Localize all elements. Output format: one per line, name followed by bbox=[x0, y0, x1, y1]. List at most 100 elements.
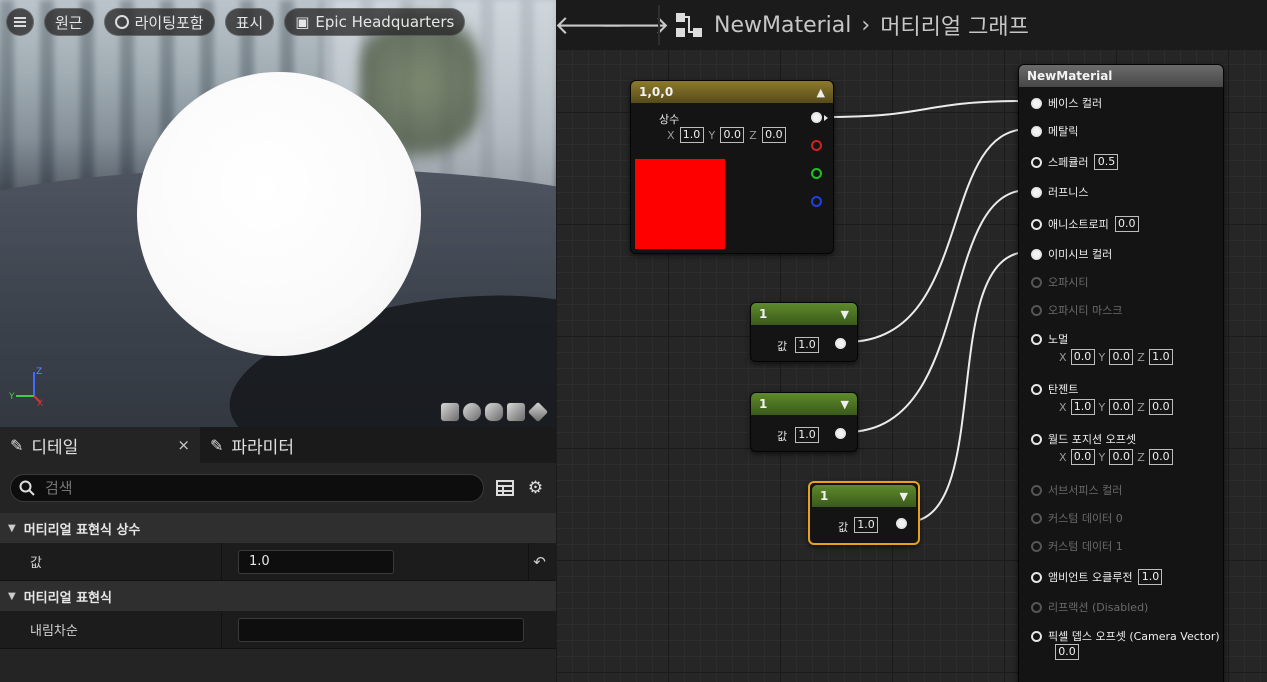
tab-details[interactable]: ✎ 디테일 × bbox=[0, 427, 200, 463]
chevron-up-icon[interactable]: ▲ bbox=[817, 86, 825, 99]
input-pin[interactable] bbox=[1031, 125, 1042, 137]
material-pin-row[interactable]: 앰비언트 오클루전 1.0 bbox=[1031, 569, 1163, 585]
close-tab-icon[interactable]: × bbox=[177, 436, 190, 454]
input-pin[interactable] bbox=[1031, 571, 1042, 583]
material-pin-row[interactable]: 메탈릭 bbox=[1031, 123, 1078, 139]
input-pin[interactable] bbox=[1031, 383, 1042, 395]
input-pin[interactable] bbox=[1031, 304, 1042, 316]
material-pin-row[interactable]: 스페큘러 0.5 bbox=[1031, 154, 1119, 170]
material-pin-x-field[interactable]: 1.0 bbox=[1070, 399, 1095, 415]
material-pin-row[interactable]: 애니소트로피 0.0 bbox=[1031, 216, 1139, 232]
input-pin[interactable] bbox=[1031, 601, 1042, 613]
material-pin-y-field[interactable]: 0.0 bbox=[1109, 349, 1134, 365]
preview-scene-button[interactable]: ▣ Epic Headquarters bbox=[284, 8, 466, 36]
material-pin-x-field[interactable]: 0.0 bbox=[1070, 349, 1095, 365]
output-pin-b[interactable] bbox=[811, 196, 822, 207]
output-pin-g[interactable] bbox=[811, 168, 822, 179]
scalar-node-2-header[interactable]: 1 ▼ bbox=[751, 393, 857, 415]
axis-y-label: Y bbox=[8, 392, 15, 402]
scalar-node-3-header[interactable]: 1 ▼ bbox=[812, 485, 916, 507]
material-pin-y-field[interactable]: 0.0 bbox=[1109, 449, 1134, 465]
material-pin-row[interactable]: 노멀 bbox=[1031, 331, 1068, 347]
tab-parameters[interactable]: ✎ 파라미터 bbox=[200, 427, 304, 463]
material-pin-row[interactable]: 오파시티 마스크 bbox=[1031, 302, 1122, 318]
input-pin[interactable] bbox=[1031, 512, 1042, 524]
value-field[interactable]: 1.0 bbox=[238, 549, 394, 574]
reset-to-default-icon[interactable]: ↶ bbox=[528, 543, 550, 580]
material-pin-row[interactable]: 탄젠트 bbox=[1031, 381, 1078, 397]
material-pin-row[interactable]: 오파시티 bbox=[1031, 274, 1088, 290]
material-result-node[interactable]: NewMaterial 베이스 컬러메탈릭스페큘러 0.5 러프니스애니소트로피 0.… bbox=[1018, 64, 1224, 682]
material-pin-row[interactable]: 픽셀 뎁스 오프셋 (Camera Vector) 0.0 bbox=[1031, 628, 1220, 660]
scalar-node-3-output-pin[interactable] bbox=[896, 518, 907, 529]
material-pin-value-field[interactable]: 0.0 bbox=[1114, 216, 1139, 232]
cube-shape-button[interactable] bbox=[506, 402, 526, 422]
material-pin-x-field[interactable]: 0.0 bbox=[1070, 449, 1095, 465]
material-preview-viewport[interactable]: 원근 라이팅포함 표시 ▣ Epic Headquarters Z Y X bbox=[0, 0, 556, 427]
material-pin-row[interactable]: 이미시브 컬러 bbox=[1031, 246, 1112, 262]
viewport-menu-button[interactable] bbox=[6, 8, 34, 36]
material-pin-row[interactable]: 베이스 컬러 bbox=[1031, 95, 1102, 111]
material-pin-row[interactable]: 커스텀 데이터 1 bbox=[1031, 538, 1123, 554]
input-pin[interactable] bbox=[1031, 97, 1042, 109]
input-pin[interactable] bbox=[1031, 433, 1042, 445]
material-pin-row[interactable]: 리프랙션 (Disabled) bbox=[1031, 599, 1148, 615]
scalar-node-1-header[interactable]: 1 ▼ bbox=[751, 303, 857, 325]
lighting-button[interactable]: 라이팅포함 bbox=[103, 8, 215, 36]
constant3-node[interactable]: 1,0,0 ▲ 상수 X 1.0 Y 0.0 Z 0.0 bbox=[630, 80, 834, 254]
chevron-down-icon[interactable]: ▼ bbox=[841, 398, 849, 411]
input-pin[interactable] bbox=[1031, 540, 1042, 552]
scalar-node-1[interactable]: 1 ▼ 값 1.0 bbox=[750, 302, 858, 362]
search-box[interactable] bbox=[10, 474, 484, 502]
material-pin-row[interactable]: 커스텀 데이터 0 bbox=[1031, 510, 1123, 526]
input-pin[interactable] bbox=[1031, 248, 1042, 260]
material-pin-row[interactable]: 서브서피스 컬러 bbox=[1031, 482, 1122, 498]
scalar-node-1-value-field[interactable]: 1.0 bbox=[795, 337, 819, 353]
output-pin-r[interactable] bbox=[811, 140, 822, 151]
material-pin-value-field[interactable]: 1.0 bbox=[1138, 569, 1163, 585]
scalar-node-2-output-pin[interactable] bbox=[835, 428, 846, 439]
material-pin-value-field[interactable]: 0.5 bbox=[1094, 154, 1119, 170]
desc-field[interactable] bbox=[238, 617, 524, 642]
material-pin-z-field[interactable]: 0.0 bbox=[1148, 449, 1173, 465]
scalar-node-3-value-field[interactable]: 1.0 bbox=[854, 517, 878, 533]
input-pin[interactable] bbox=[1031, 218, 1042, 230]
output-pin-rgb[interactable] bbox=[811, 112, 822, 123]
table-view-icon[interactable] bbox=[494, 477, 515, 499]
material-pin-label: 월드 포지션 오프셋 bbox=[1048, 433, 1136, 446]
material-node-header[interactable]: NewMaterial bbox=[1019, 65, 1223, 87]
plane-shape-button[interactable] bbox=[484, 402, 504, 422]
input-pin[interactable] bbox=[1031, 630, 1042, 642]
material-pin-row[interactable]: 러프니스 bbox=[1031, 184, 1088, 200]
scalar-node-3-selected[interactable]: 1 ▼ 값 1.0 bbox=[808, 481, 920, 545]
material-pin-row[interactable]: 월드 포지션 오프셋 bbox=[1031, 431, 1136, 447]
gear-icon[interactable]: ⚙ bbox=[525, 477, 546, 499]
perspective-button[interactable]: 원근 bbox=[44, 8, 94, 36]
category-constant-header[interactable]: ▼ 머티리얼 표현식 상수 bbox=[0, 513, 556, 543]
input-pin[interactable] bbox=[1031, 276, 1042, 288]
chevron-down-icon[interactable]: ▼ bbox=[841, 308, 849, 321]
scalar-node-2-value-field[interactable]: 1.0 bbox=[795, 427, 819, 443]
search-input[interactable] bbox=[43, 478, 443, 498]
category-expression-header[interactable]: ▼ 머티리얼 표현식 bbox=[0, 581, 556, 611]
cylinder-shape-button[interactable] bbox=[440, 402, 460, 422]
constant3-x-field[interactable]: 1.0 bbox=[679, 127, 704, 143]
material-graph-canvas[interactable]: 🡐 🡒 NewMaterial › 머티리얼 그래프 1,0,0 ▲ 상수 X1… bbox=[556, 0, 1267, 682]
mesh-shape-button[interactable] bbox=[526, 400, 550, 424]
constant3-z-field[interactable]: 0.0 bbox=[761, 127, 786, 143]
sphere-shape-button[interactable] bbox=[462, 402, 482, 422]
scalar-node-1-output-pin[interactable] bbox=[835, 338, 846, 349]
chevron-down-icon[interactable]: ▼ bbox=[900, 490, 908, 503]
material-pin-z-field[interactable]: 0.0 bbox=[1148, 399, 1173, 415]
scalar-node-2[interactable]: 1 ▼ 값 1.0 bbox=[750, 392, 858, 452]
constant3-y-field[interactable]: 0.0 bbox=[720, 127, 745, 143]
input-pin[interactable] bbox=[1031, 156, 1042, 168]
input-pin[interactable] bbox=[1031, 333, 1042, 345]
material-pin-z-field[interactable]: 1.0 bbox=[1148, 349, 1173, 365]
input-pin[interactable] bbox=[1031, 484, 1042, 496]
input-pin[interactable] bbox=[1031, 186, 1042, 198]
show-button[interactable]: 표시 bbox=[224, 8, 275, 36]
material-pin-y-field[interactable]: 0.0 bbox=[1109, 399, 1134, 415]
material-pin-value-field[interactable]: 0.0 bbox=[1055, 644, 1079, 660]
constant3-node-header[interactable]: 1,0,0 ▲ bbox=[631, 81, 833, 103]
